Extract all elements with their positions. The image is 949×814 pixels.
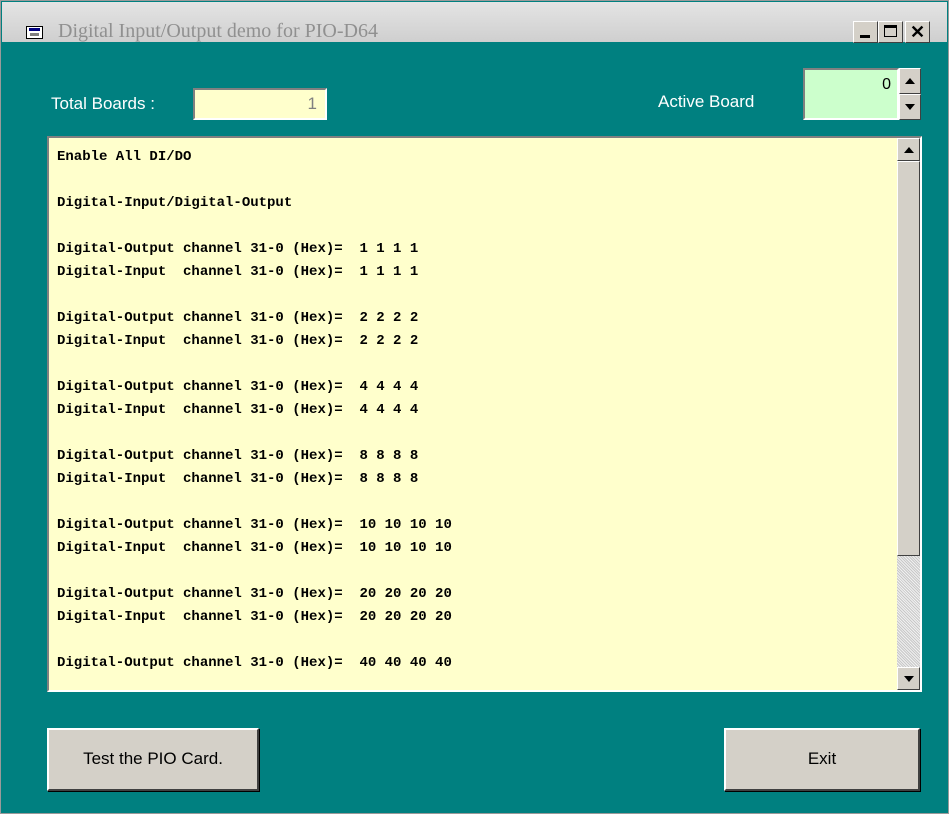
log-line: Digital-Output channel 31-0 (Hex)= 2 2 2… bbox=[57, 310, 419, 326]
log-line: Digital-Input channel 31-0 (Hex)= 20 20 … bbox=[57, 609, 452, 625]
arrow-down-icon bbox=[904, 676, 914, 682]
active-board-spinner bbox=[899, 68, 921, 120]
log-lines: Enable All DI/DO Digital-Input/Digital-Ou… bbox=[57, 146, 892, 675]
maximize-icon[interactable] bbox=[878, 21, 903, 43]
active-board-value: 0 bbox=[882, 76, 891, 93]
scroll-down-button[interactable] bbox=[897, 667, 920, 690]
log-line: Digital-Input channel 31-0 (Hex)= 2 2 2 … bbox=[57, 333, 419, 349]
app-icon[interactable] bbox=[26, 26, 43, 39]
minimize-icon[interactable] bbox=[853, 21, 878, 43]
scroll-up-button[interactable] bbox=[897, 138, 920, 161]
exit-button[interactable]: Exit bbox=[724, 728, 920, 791]
total-boards-field: 1 bbox=[193, 88, 327, 120]
log-line: Digital-Output channel 31-0 (Hex)= 10 10… bbox=[57, 517, 452, 533]
spin-up-button[interactable] bbox=[899, 68, 921, 94]
output-log-list[interactable]: Enable All DI/DO Digital-Input/Digital-Ou… bbox=[47, 136, 922, 692]
scroll-thumb[interactable] bbox=[897, 161, 920, 556]
spin-down-button[interactable] bbox=[899, 94, 921, 120]
arrow-up-icon bbox=[904, 147, 914, 153]
log-line: Enable All DI/DO bbox=[57, 149, 192, 165]
log-line: Digital-Output channel 31-0 (Hex)= 1 1 1… bbox=[57, 241, 419, 257]
vertical-scrollbar[interactable] bbox=[897, 138, 920, 690]
total-boards-label: Total Boards : bbox=[51, 94, 155, 113]
active-board-label: Active Board bbox=[658, 92, 755, 111]
active-board-field[interactable]: 0 bbox=[803, 68, 899, 120]
main-window: Digital Input/Output demo for PIO-D64 ✕ … bbox=[0, 0, 949, 814]
arrow-up-icon bbox=[905, 78, 915, 84]
test-card-button[interactable]: Test the PIO Card. bbox=[47, 728, 259, 791]
log-line: Digital-Output channel 31-0 (Hex)= 4 4 4… bbox=[57, 379, 419, 395]
title-bar[interactable]: Digital Input/Output demo for PIO-D64 ✕ bbox=[2, 2, 947, 43]
log-line: Digital-Output channel 31-0 (Hex)= 20 20… bbox=[57, 586, 452, 602]
log-line: Digital-Input channel 31-0 (Hex)= 1 1 1 … bbox=[57, 264, 419, 280]
log-line: Digital-Output channel 31-0 (Hex)= 40 40… bbox=[57, 655, 452, 671]
window-title: Digital Input/Output demo for PIO-D64 bbox=[58, 20, 378, 42]
log-line: Digital-Input/Digital-Output bbox=[57, 195, 293, 211]
scroll-track[interactable] bbox=[897, 556, 920, 667]
arrow-down-icon bbox=[905, 104, 915, 110]
close-icon[interactable]: ✕ bbox=[905, 21, 930, 43]
log-line: Digital-Input channel 31-0 (Hex)= 8 8 8 … bbox=[57, 471, 419, 487]
log-line: Digital-Input channel 31-0 (Hex)= 4 4 4 … bbox=[57, 402, 419, 418]
log-line: Digital-Output channel 31-0 (Hex)= 8 8 8… bbox=[57, 448, 419, 464]
log-line: Digital-Input channel 31-0 (Hex)= 10 10 … bbox=[57, 540, 452, 556]
